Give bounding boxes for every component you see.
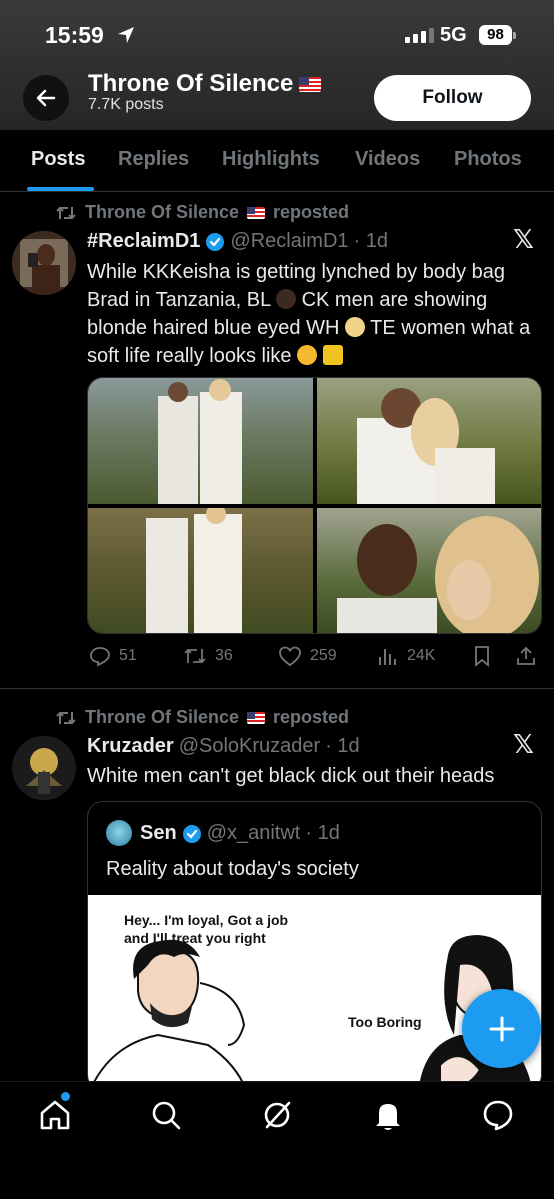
profile-tabs: Posts Replies Highlights Videos Photos [0,130,554,192]
repost-button[interactable]: 36 [183,645,233,667]
author-handle[interactable]: @SoloKruzader [179,735,320,758]
notification-dot [61,1092,70,1101]
x-logo-icon: 𝕏 [513,225,534,255]
compose-button[interactable] [462,989,541,1068]
post-author-row: #ReclaimD1 @ReclaimD1 · 1d [87,230,388,253]
tab-highlights[interactable]: Highlights [222,148,320,171]
tab-replies[interactable]: Replies [118,148,189,171]
media-image-1[interactable] [88,378,313,504]
avatar-image [12,736,76,800]
heart-icon [279,646,301,667]
media-image-4[interactable] [317,508,541,633]
quote-comic-image[interactable]: Hey... I'm loyal, Got a job and I'll tre… [88,895,541,1090]
signal-icon [405,28,434,43]
search-icon[interactable] [148,1097,184,1133]
repost-suffix: reposted [273,202,350,222]
views-button[interactable]: 24K [377,645,435,667]
us-flag-icon [247,206,266,219]
tab-photos[interactable]: Photos [454,148,522,171]
post-time: · 1d [353,230,388,252]
bottom-nav [0,1081,554,1199]
share-icon[interactable] [515,645,537,667]
author-name[interactable]: Kruzader [87,735,174,758]
avatar[interactable] [12,736,76,800]
quote-author-row: Sen @x_anitwt · 1d [140,822,340,845]
status-bar: 15:59 5G 98 [0,0,554,70]
notifications-bell-icon[interactable] [370,1097,406,1133]
page-title: Throne Of Silence [88,70,322,98]
blonde-person-emoji-icon [344,317,365,337]
verified-badge-icon [182,824,201,843]
face-hand-over-mouth-emoji-icon [297,345,318,365]
bookmark-icon[interactable] [472,645,492,667]
plus-icon [489,1016,514,1041]
profile-header: 15:59 5G 98 Throne Of Silence 7.7K posts… [0,0,554,130]
comic-drawing [89,935,533,1090]
like-count: 259 [310,647,337,664]
reply-icon [90,647,110,667]
repost-user[interactable]: Throne Of Silence [85,202,239,223]
us-flag-icon [247,711,266,724]
quote-author-handle[interactable]: @x_anitwt [207,822,301,845]
media-image-2[interactable] [317,378,541,504]
avatar-image [12,231,76,295]
repost-user[interactable]: Throne Of Silence [85,707,239,728]
post-divider [0,688,554,689]
avatar[interactable] [12,231,76,295]
view-count: 24K [407,647,436,664]
tab-videos[interactable]: Videos [355,148,420,171]
quote-author-name[interactable]: Sen [140,822,177,845]
repost-header: Throne Of Silence reposted [55,202,349,223]
crown-emoji-icon [322,345,343,365]
post-count: 7.7K posts [88,96,164,113]
repost-icon [184,648,206,664]
status-time: 15:59 [45,22,104,48]
quote-text: Reality about today's society [106,858,359,880]
us-flag-icon [299,76,322,92]
post-media-grid[interactable] [87,377,542,634]
profile-name: Throne Of Silence [88,70,294,97]
avatar[interactable] [106,820,132,846]
post-author-row: Kruzader @SoloKruzader · 1d [87,735,360,758]
home-icon[interactable] [37,1097,73,1133]
back-button[interactable] [23,75,69,121]
arrow-left-icon [36,89,56,107]
reply-button[interactable]: 51 [89,645,137,667]
repost-header: Throne Of Silence reposted [55,707,349,728]
verified-badge-icon [206,232,225,251]
network-label: 5G [440,24,467,46]
x-logo-icon: 𝕏 [513,730,534,760]
media-image-3[interactable] [88,504,313,633]
post-text: White men can't get black dick out their… [87,765,495,787]
reply-count: 51 [119,647,137,664]
post-actions: 51 36 259 24K [87,645,542,671]
follow-button[interactable]: Follow [374,75,531,121]
post-text: While KKKeisha is getting lynched by bod… [87,258,547,370]
author-name[interactable]: #ReclaimD1 [87,230,200,253]
repost-icon [56,711,76,724]
active-tab-indicator [27,187,94,191]
messages-icon[interactable] [480,1097,516,1133]
author-handle[interactable]: @ReclaimD1 [230,230,348,253]
tab-posts[interactable]: Posts [31,148,85,171]
repost-suffix: reposted [273,707,350,727]
repost-icon [56,206,76,219]
dark-face-emoji-icon [276,289,297,309]
battery-icon: 98 [479,25,512,45]
post-time: · 1d [325,735,360,757]
battery-tip [513,32,516,39]
like-button[interactable]: 259 [278,645,337,667]
analytics-icon [379,649,396,665]
grok-icon[interactable] [259,1097,295,1133]
quote-post-time: · 1d [305,822,340,844]
location-arrow-icon [118,27,134,43]
repost-count: 36 [215,647,233,664]
